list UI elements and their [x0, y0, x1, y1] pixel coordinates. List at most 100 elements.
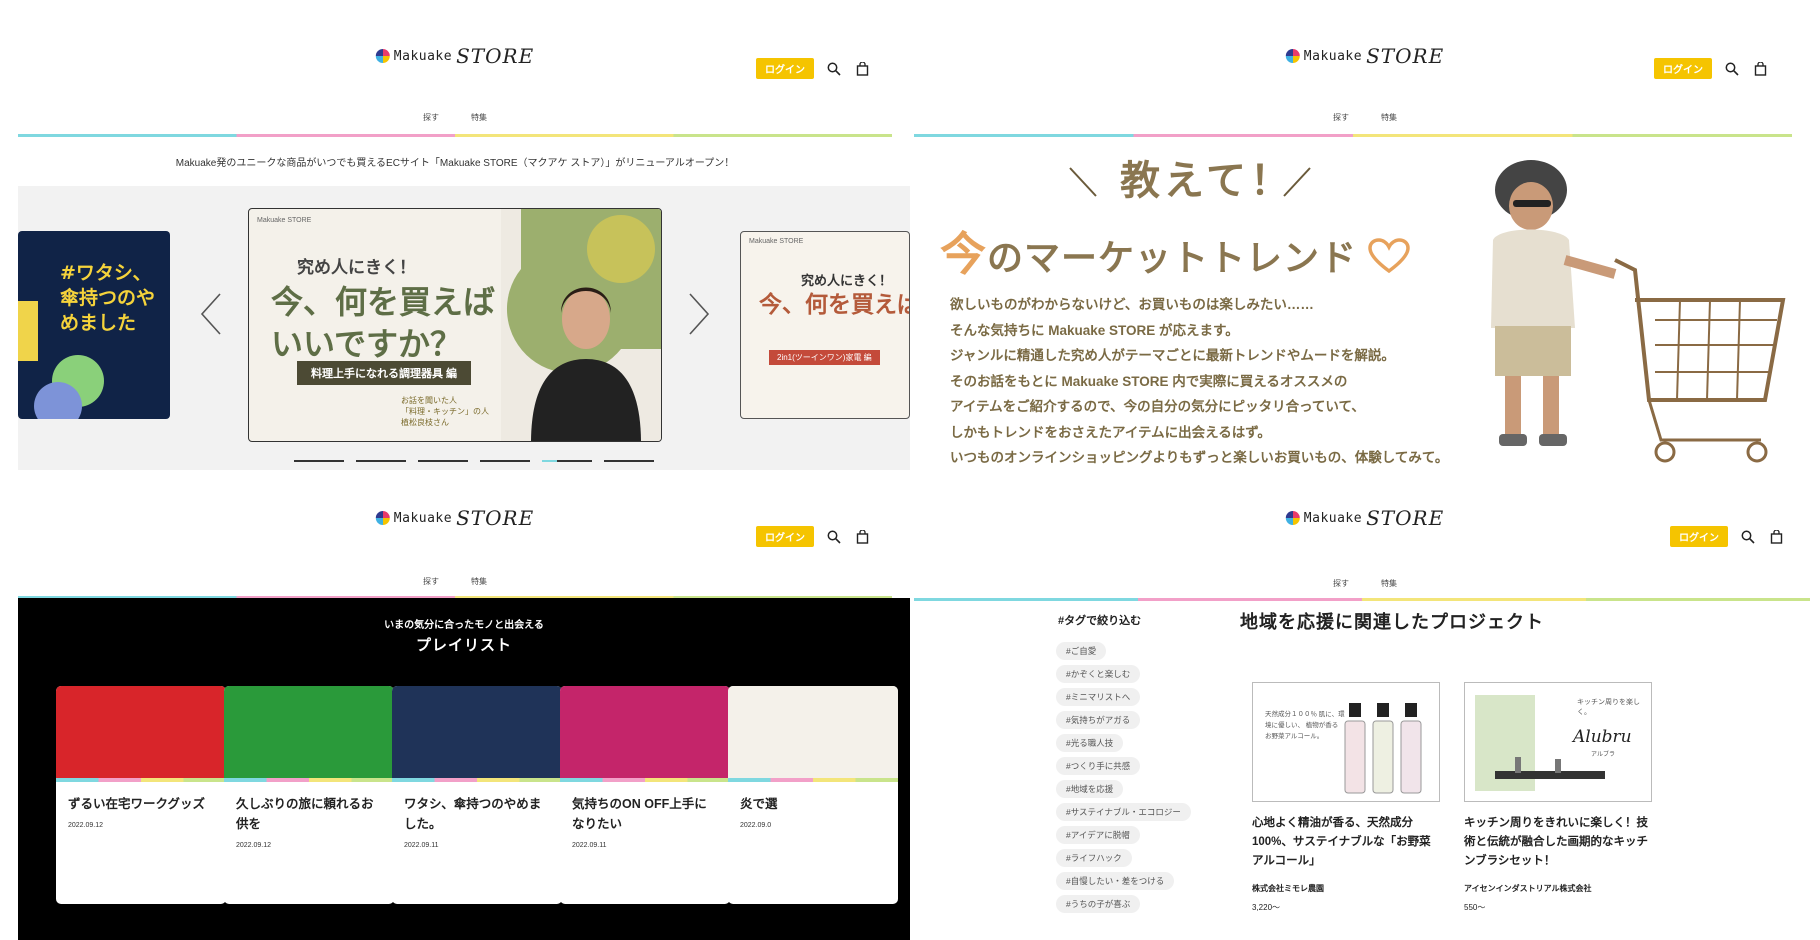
carousel-slide-active[interactable]: Makuake STORE 究め人にきく！ 今、何を買えばいいですか？ 料理上手…: [248, 208, 662, 442]
slide-kicker: 究め人にきく！: [297, 258, 416, 277]
tag-pill[interactable]: #光る職人技: [1056, 734, 1124, 752]
playlist-card-date: 2022.09.11: [572, 842, 607, 849]
store-logo[interactable]: Makuake STORE: [1285, 44, 1444, 68]
nav-item-features[interactable]: 特集: [1381, 578, 1397, 589]
project-image-caption: 天然成分１００％ 肌に、環境に優しい、 植物が香る お野菜アルコール。: [1265, 711, 1345, 740]
carousel-dot[interactable]: [356, 460, 406, 462]
card-stripe: [728, 778, 898, 782]
nav-item-explore[interactable]: 探す: [423, 112, 439, 123]
panel-tag-projects: Makuake STORE ログイン 探す 特集 #タグで絞り込む #ご自愛 #か…: [910, 470, 1820, 940]
nav-item-explore[interactable]: 探す: [423, 576, 439, 587]
slide-interviewee: お話を聞いた人 「料理・キッチン」の人 植松良枝さん: [401, 395, 489, 428]
nav-item-explore[interactable]: 探す: [1333, 578, 1349, 589]
heart-icon: [1368, 238, 1410, 274]
project-maker: 株式会社ミモレ農園: [1252, 884, 1324, 893]
tag-pill[interactable]: #気持ちがアガる: [1056, 711, 1141, 729]
hero-title-1: 教えて！: [1120, 159, 1294, 203]
store-logo[interactable]: Makuake STORE: [375, 506, 535, 530]
project-card[interactable]: 天然成分１００％ 肌に、環境に優しい、 植物が香る お野菜アルコール。 心地よく…: [1252, 682, 1440, 913]
card-stripe: [224, 778, 394, 782]
store-logo[interactable]: Makuake STORE: [1285, 506, 1445, 530]
cart-bag-icon[interactable]: [854, 61, 870, 77]
project-price: 3,220〜: [1252, 903, 1281, 912]
playlist-subtitle: いまの気分に合ったモノと出会える: [384, 620, 544, 631]
login-button[interactable]: ログイン: [756, 526, 814, 547]
cart-bag-icon[interactable]: [854, 529, 870, 545]
login-button[interactable]: ログイン: [1654, 58, 1712, 79]
login-button[interactable]: ログイン: [756, 58, 814, 79]
carousel-dot[interactable]: [542, 460, 592, 462]
header-actions: ログイン: [1654, 58, 1768, 79]
kitchen-brush-icon: [1495, 757, 1605, 779]
rainbow-divider: [914, 134, 1792, 137]
tag-filter-list: #ご自愛 #かぞくと楽しむ #ミニマリストへ #気持ちがアガる #光る職人技 #つくり手に…: [1056, 642, 1191, 913]
playlist-card-title: 久しぶりの旅に頼れるお供を: [236, 797, 374, 831]
logo-store-text: STORE: [456, 44, 535, 68]
playlist-card[interactable]: ずるい在宅ワークグッズ 2022.09.12: [56, 686, 226, 904]
carousel-slide-next[interactable]: Makuake STORE 究め人にきく！ 今、何を買えば いいです 2in1(…: [740, 231, 910, 419]
slide-next-logo: Makuake STORE: [749, 238, 804, 245]
header-actions: ログイン: [1670, 526, 1784, 547]
panel-market-trend: Makuake STORE ログイン 探す 特集 教えて！ 今のマーケットトレン…: [910, 0, 1820, 470]
carousel-slide-prev[interactable]: #ワタシ、傘持つのやめました: [18, 231, 170, 419]
project-title: 心地よく精油が香る、天然成分100%、サステイナブルな「お野菜アルコール」: [1252, 817, 1431, 867]
project-card[interactable]: キッチン周りを楽しく。 Alubru アルブラ キッチン周りをきれいに楽しく！技…: [1464, 682, 1652, 913]
carousel-pagination: [294, 460, 654, 462]
tag-pill[interactable]: #自慢したい・差をつける: [1056, 872, 1175, 890]
card-stripe: [560, 778, 730, 782]
playlist-card[interactable]: 炎で選 2022.09.0: [728, 686, 898, 904]
nav-item-features[interactable]: 特集: [471, 112, 487, 123]
playlist-card[interactable]: 気持ちのON OFF上手になりたい 2022.09.11: [560, 686, 730, 904]
login-button[interactable]: ログイン: [1670, 526, 1728, 547]
search-icon[interactable]: [1740, 529, 1756, 545]
carousel-dot[interactable]: [418, 460, 468, 462]
carousel-next-arrow-icon[interactable]: [686, 292, 712, 336]
cart-bag-icon[interactable]: [1752, 61, 1768, 77]
carousel-dot[interactable]: [480, 460, 530, 462]
projects-heading: 地域を応援に関連したプロジェクト: [1240, 612, 1544, 632]
tag-pill[interactable]: #かぞくと楽しむ: [1056, 665, 1141, 683]
tag-pill[interactable]: #地域を応援: [1056, 780, 1124, 798]
playlist-card[interactable]: ワタシ、傘持つのやめました。 2022.09.11: [392, 686, 562, 904]
tag-pill[interactable]: #サステイナブル・エコロジー: [1056, 803, 1191, 821]
header-actions: ログイン: [756, 526, 870, 547]
tag-pill[interactable]: #ご自愛: [1056, 642, 1107, 660]
rainbow-divider: [914, 598, 1810, 601]
slide-headline: 今、何を買えばいいですか？: [271, 284, 496, 362]
search-icon[interactable]: [826, 61, 842, 77]
playlist-card[interactable]: 久しぶりの旅に頼れるお供を 2022.09.12: [224, 686, 394, 904]
tag-pill[interactable]: #ライフハック: [1056, 849, 1132, 867]
carousel-dot[interactable]: [604, 460, 654, 462]
nav-item-explore[interactable]: 探す: [1333, 112, 1349, 123]
logo-store-text: STORE: [456, 506, 535, 530]
rainbow-divider: [18, 134, 892, 137]
tag-pill[interactable]: #ミニマリストへ: [1056, 688, 1141, 706]
carousel-prev-arrow-icon[interactable]: [198, 292, 224, 336]
tag-pill[interactable]: #うちの子が喜ぶ: [1056, 895, 1141, 913]
makuake-logo-icon: [1285, 511, 1300, 525]
hero-description-line: いつものオンラインショッピングよりもずっと楽しいお買いもの、体験してみて。: [950, 450, 1449, 465]
playlist-card-date: 2022.09.0: [740, 822, 772, 829]
tag-pill[interactable]: #アイデアに脱帽: [1056, 826, 1140, 844]
nav-item-features[interactable]: 特集: [471, 576, 487, 587]
interviewee-photo: [501, 209, 661, 441]
slide-next-headline: 今、何を買えば いいです: [759, 291, 910, 317]
cart-bag-icon[interactable]: [1768, 529, 1784, 545]
playlist-section: いまの気分に合ったモノと出会える プレイリスト ずるい在宅ワークグッズ 2022.…: [18, 598, 910, 940]
carousel-dot[interactable]: [294, 460, 344, 462]
playlist-card-title: ずるい在宅ワークグッズ: [68, 797, 206, 811]
nav-item-features[interactable]: 特集: [1381, 112, 1397, 123]
announcement-text: Makuake発のユニークな商品がいつでも買えるECサイト「Makuake ST…: [175, 158, 735, 169]
panel-store-home: Makuake STORE ログイン 探す 特集 Makuake発のユニークな商…: [0, 0, 910, 470]
hero-title-trend: 今のマーケットトレンド: [940, 218, 1410, 284]
tag-pill[interactable]: #つくり手に共感: [1056, 757, 1141, 775]
spray-bottles-icon: [1344, 703, 1422, 794]
feature-carousel: #ワタシ、傘持つのやめました Makuake STORE 究め人にきく！ 今、何…: [18, 186, 910, 470]
store-logo[interactable]: Makuake STORE: [375, 44, 535, 68]
search-icon[interactable]: [1724, 61, 1740, 77]
logo-text: Makuake: [393, 48, 453, 64]
logo-store-text: STORE: [1366, 506, 1445, 530]
shopping-cart-illustration: [1491, 160, 1786, 463]
search-icon[interactable]: [826, 529, 842, 545]
main-nav: 探す 特集: [1333, 578, 1397, 589]
